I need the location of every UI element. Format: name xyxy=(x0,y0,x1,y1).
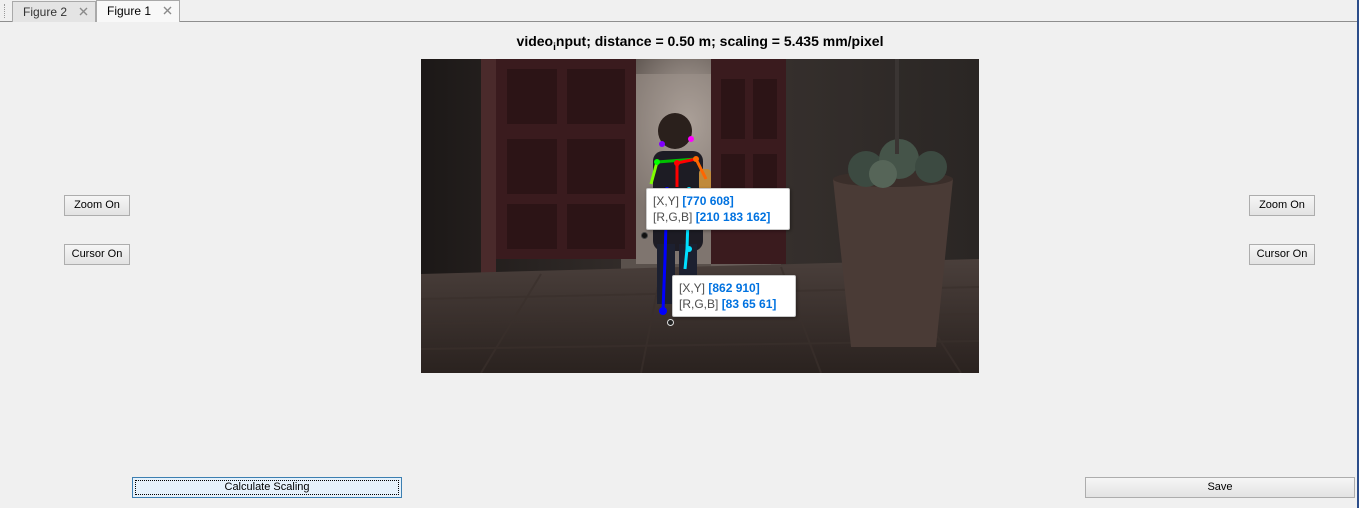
datatip-rgb-row: [R,G,B] [210 183 162] xyxy=(653,209,782,225)
pose-keypoint xyxy=(659,307,667,315)
datatip-xy-value: [862 910] xyxy=(708,281,760,295)
datatip-xy-value: [770 608] xyxy=(682,194,734,208)
datatip-anchor[interactable] xyxy=(641,232,648,239)
left-door-panel xyxy=(567,204,625,249)
plant-pot xyxy=(833,179,953,347)
datatip[interactable]: [X,Y] [862 910] [R,G,B] [83 65 61] xyxy=(672,275,796,317)
plot-title-suffix: nput; distance = 0.50 m; scaling = 5.435… xyxy=(555,33,884,49)
left-cursor-button[interactable]: Cursor On xyxy=(64,244,130,265)
left-door-panel xyxy=(507,69,557,124)
save-button[interactable]: Save xyxy=(1085,477,1355,498)
tab-figure-2[interactable]: Figure 2 xyxy=(12,1,96,22)
pose-keypoint xyxy=(674,160,680,166)
pose-keypoint xyxy=(659,141,665,147)
save-button-label: Save xyxy=(1207,481,1233,493)
datatip-xy-row: [X,Y] [862 910] xyxy=(679,280,788,296)
pose-keypoint xyxy=(688,136,694,142)
tab-figure-2-label: Figure 2 xyxy=(23,4,68,19)
calculate-scaling-button[interactable]: Calculate Scaling xyxy=(132,477,402,498)
left-door-panel xyxy=(507,204,557,249)
door-frame xyxy=(481,59,496,274)
succulent xyxy=(915,151,947,183)
datatip-xy-label: [X,Y] xyxy=(679,281,706,295)
right-door-panel xyxy=(753,79,777,139)
datatip-rgb-label: [R,G,B] xyxy=(653,210,693,224)
close-icon[interactable] xyxy=(78,6,89,17)
right-cursor-button[interactable]: Cursor On xyxy=(1249,244,1315,265)
datatip-xy-label: [X,Y] xyxy=(653,194,680,208)
right-cursor-button-label: Cursor On xyxy=(1256,248,1308,260)
plot-title: videoinput; distance = 0.50 m; scaling =… xyxy=(421,30,979,54)
right-door-panel xyxy=(721,79,745,139)
datatip-rgb-value: [210 183 162] xyxy=(695,210,771,224)
datatip-anchor[interactable] xyxy=(667,319,674,326)
pose-keypoint xyxy=(654,159,660,165)
left-door-panel xyxy=(567,69,625,124)
datatip-rgb-value: [83 65 61] xyxy=(721,297,777,311)
tab-figure-1-label: Figure 1 xyxy=(107,4,152,18)
left-zoom-button[interactable]: Zoom On xyxy=(64,195,130,216)
figure-tab-strip: Figure 2 Figure 1 xyxy=(0,0,1359,22)
right-zoom-button-label: Zoom On xyxy=(1259,199,1305,211)
pose-keypoint xyxy=(686,246,692,252)
datatip-rgb-label: [R,G,B] xyxy=(679,297,719,311)
left-door-panel xyxy=(507,139,557,194)
left-door-panel xyxy=(567,139,625,194)
datatip-rgb-row: [R,G,B] [83 65 61] xyxy=(679,296,788,312)
pose-keypoint xyxy=(693,156,699,162)
datatip-xy-row: [X,Y] [770 608] xyxy=(653,193,782,209)
tab-figure-1[interactable]: Figure 1 xyxy=(96,0,180,22)
left-cursor-button-label: Cursor On xyxy=(71,248,123,260)
plot-title-prefix: video xyxy=(516,33,554,49)
right-zoom-button[interactable]: Zoom On xyxy=(1249,195,1315,216)
succulent xyxy=(869,160,897,188)
calculate-scaling-button-label: Calculate Scaling xyxy=(224,481,310,493)
datatip[interactable]: [X,Y] [770 608] [R,G,B] [210 183 162] xyxy=(646,188,790,230)
close-icon[interactable] xyxy=(162,5,173,16)
left-zoom-button-label: Zoom On xyxy=(74,199,120,211)
tab-strip-grip xyxy=(4,4,6,18)
